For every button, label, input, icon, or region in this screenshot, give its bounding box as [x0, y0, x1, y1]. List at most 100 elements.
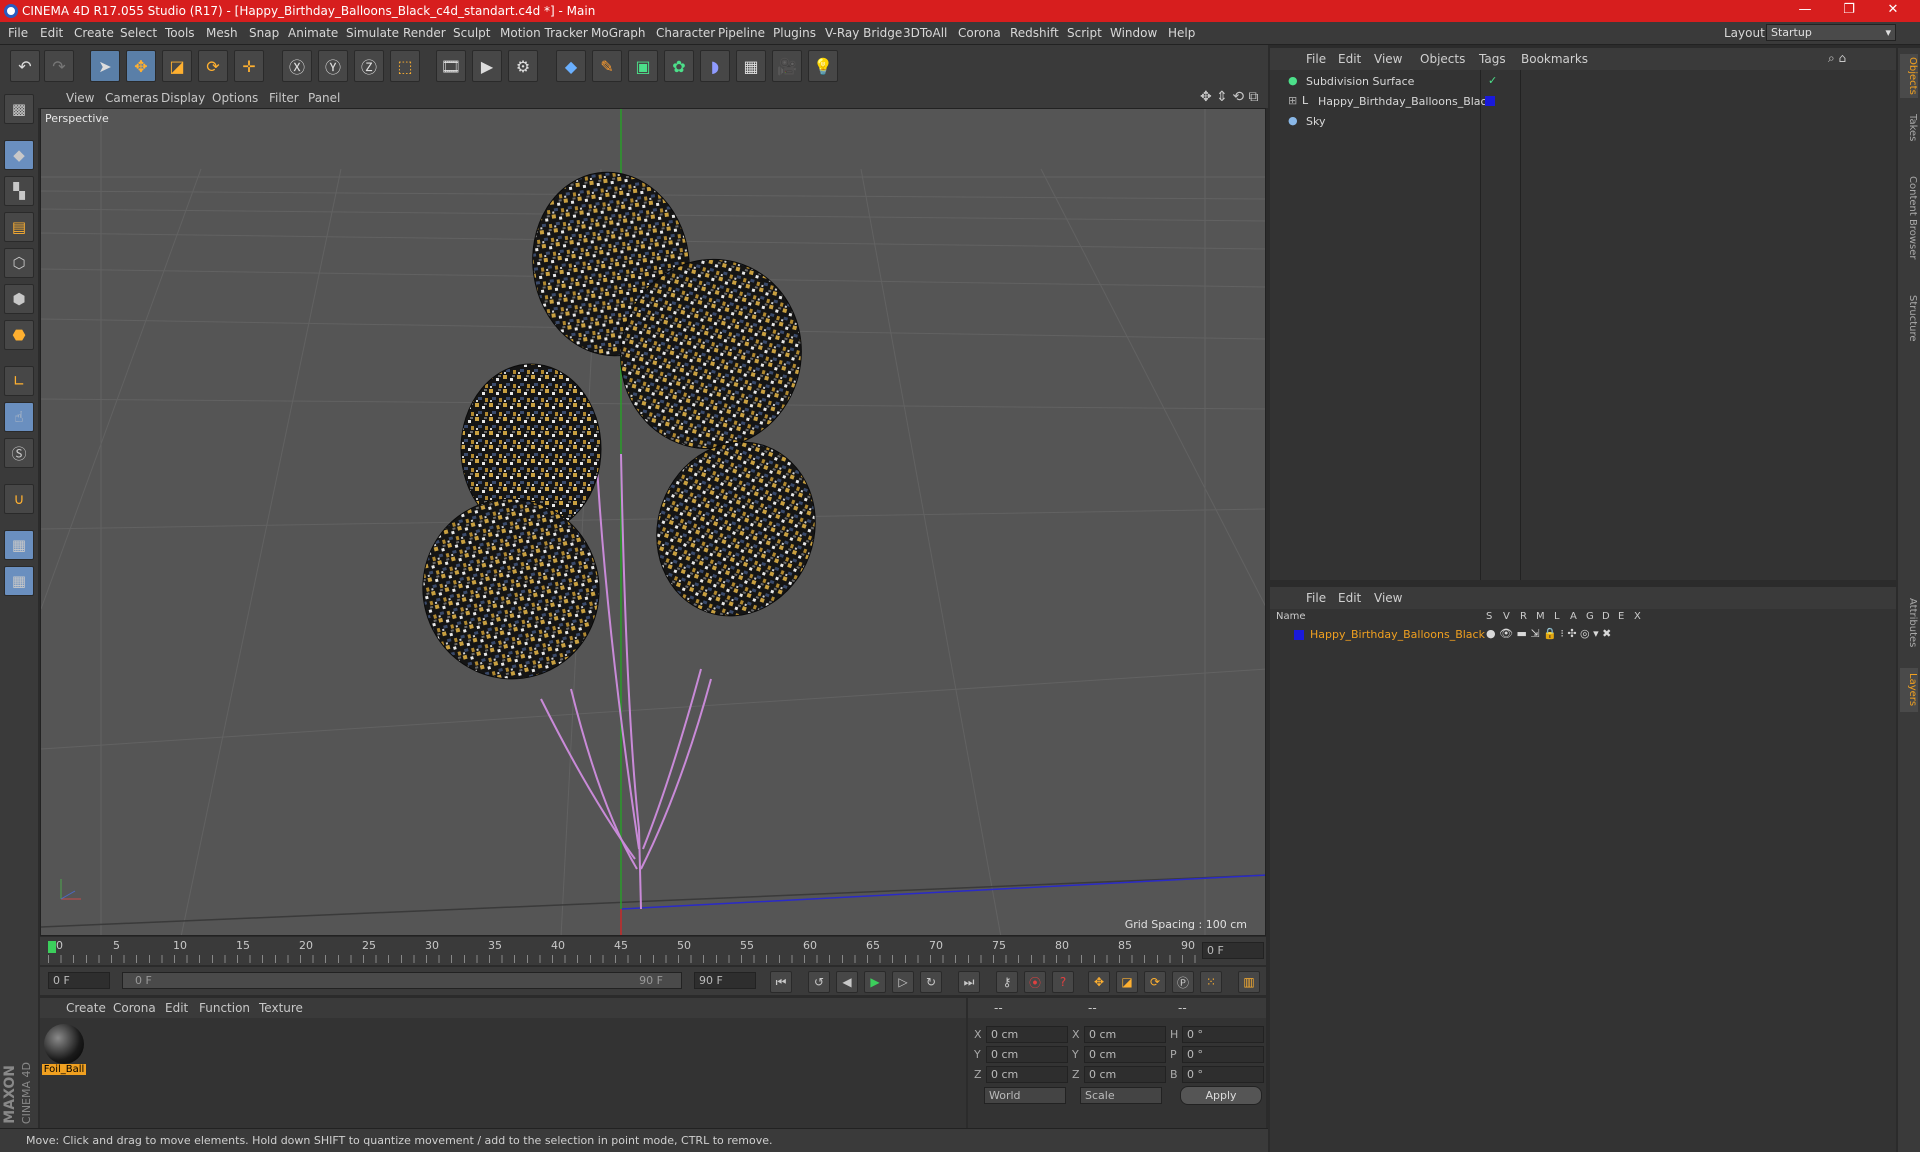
- light-icon[interactable]: 💡: [808, 50, 838, 82]
- apply-button[interactable]: Apply: [1180, 1086, 1262, 1105]
- menu-edit[interactable]: Edit: [40, 26, 63, 40]
- keyframe-selection-icon[interactable]: ?: [1052, 971, 1074, 993]
- viewport-menu-display[interactable]: Display: [161, 91, 205, 105]
- rotation-h-field[interactable]: 0 °: [1182, 1026, 1264, 1043]
- floor-icon[interactable]: ▦: [736, 50, 766, 82]
- coord-system-dropdown[interactable]: World: [984, 1087, 1066, 1104]
- expand-icon[interactable]: ⊞: [1288, 94, 1297, 107]
- tab-objects[interactable]: Objects: [1900, 54, 1918, 98]
- viewport-menu-view[interactable]: View: [66, 91, 94, 105]
- position-y-field[interactable]: 0 cm: [986, 1046, 1068, 1063]
- object-row[interactable]: ● Subdivision Surface ✓: [1270, 74, 1896, 92]
- object-row[interactable]: ⊞ L Happy_Birthday_Balloons_Black: [1270, 94, 1896, 112]
- layers-menu-view[interactable]: View: [1374, 591, 1402, 605]
- layer-toggle-icons[interactable]: ● 👁 ▬ ⇲ 🔒 ⁝ ✣ ◎ ▾ ✖: [1486, 627, 1611, 640]
- tab-takes[interactable]: Takes: [1900, 108, 1918, 148]
- rotation-p-field[interactable]: 0 °: [1182, 1046, 1264, 1063]
- x-axis-icon[interactable]: Ⓧ: [282, 50, 312, 82]
- deformer-icon[interactable]: ◗: [700, 50, 730, 82]
- tab-content-browser[interactable]: Content Browser: [1900, 158, 1918, 278]
- polygons-mode-icon[interactable]: ⬣: [4, 320, 34, 350]
- render-settings-icon[interactable]: ⚙: [508, 50, 538, 82]
- y-axis-icon[interactable]: Ⓨ: [318, 50, 348, 82]
- objects-menu-view[interactable]: View: [1374, 52, 1402, 66]
- menu-3dtoall[interactable]: 3DToAll: [903, 26, 947, 40]
- current-frame-field[interactable]: 0 F: [1202, 942, 1264, 959]
- menu-render[interactable]: Render: [403, 26, 446, 40]
- menu-redshift[interactable]: Redshift: [1010, 26, 1059, 40]
- tweak-mode-icon[interactable]: ☝: [4, 402, 34, 432]
- scale-icon[interactable]: ◪: [162, 50, 192, 82]
- menu-mograph[interactable]: MoGraph: [591, 26, 646, 40]
- checkmark-icon[interactable]: ✓: [1488, 74, 1497, 87]
- objects-menu-tags[interactable]: Tags: [1479, 52, 1506, 66]
- rotation-b-field[interactable]: 0 °: [1182, 1066, 1264, 1083]
- menu-help[interactable]: Help: [1168, 26, 1195, 40]
- material-menu-texture[interactable]: Texture: [259, 1001, 303, 1015]
- viewport-menu-options[interactable]: Options: [212, 91, 258, 105]
- z-axis-icon[interactable]: Ⓩ: [354, 50, 384, 82]
- objects-menu-edit[interactable]: Edit: [1338, 52, 1361, 66]
- tab-structure[interactable]: Structure: [1900, 288, 1918, 348]
- layers-menu-edit[interactable]: Edit: [1338, 591, 1361, 605]
- coords-icon[interactable]: ⬚: [390, 50, 420, 82]
- search-icon[interactable]: ⌕ ⌂: [1828, 51, 1846, 66]
- key-point-level-icon[interactable]: ⁙: [1200, 971, 1222, 993]
- close-icon[interactable]: ✕: [1878, 2, 1908, 20]
- menu-create[interactable]: Create: [74, 26, 114, 40]
- pen-icon[interactable]: ✎: [592, 50, 622, 82]
- auto-key-icon[interactable]: ⦿: [1024, 971, 1046, 993]
- menu-file[interactable]: File: [8, 26, 28, 40]
- objects-menu-bookmarks[interactable]: Bookmarks: [1521, 52, 1588, 66]
- menu-character[interactable]: Character: [656, 26, 715, 40]
- viewport-menu-filter[interactable]: Filter: [269, 91, 299, 105]
- end-frame-field[interactable]: 90 F: [694, 972, 756, 989]
- size-y-field[interactable]: 0 cm: [1084, 1046, 1166, 1063]
- material-menu-function[interactable]: Function: [199, 1001, 250, 1015]
- rotate-icon[interactable]: ⟳: [198, 50, 228, 82]
- size-x-field[interactable]: 0 cm: [1084, 1026, 1166, 1043]
- menu-script[interactable]: Script: [1067, 26, 1102, 40]
- coord-mode-dropdown[interactable]: Scale: [1080, 1087, 1162, 1104]
- perspective-viewport[interactable]: Perspective Grid Spacing : 100 cm: [40, 108, 1266, 936]
- previous-key-icon[interactable]: ↺: [808, 971, 830, 993]
- record-keys-icon[interactable]: ⚷: [996, 971, 1018, 993]
- previous-frame-icon[interactable]: ◀: [836, 971, 858, 993]
- menu-plugins[interactable]: Plugins: [773, 26, 816, 40]
- model-mode-icon[interactable]: ◆: [4, 140, 34, 170]
- axis-mode-icon[interactable]: ∟: [4, 366, 34, 396]
- menu-corona[interactable]: Corona: [958, 26, 1001, 40]
- redo-icon[interactable]: ↷: [44, 50, 74, 82]
- move-icon[interactable]: ✥: [126, 50, 156, 82]
- tab-layers[interactable]: Layers: [1900, 668, 1918, 712]
- undo-icon[interactable]: ↶: [10, 50, 40, 82]
- menu-mesh[interactable]: Mesh: [206, 26, 238, 40]
- select-icon[interactable]: ➤: [90, 50, 120, 82]
- layout-dropdown[interactable]: Startup ▾: [1766, 24, 1896, 41]
- snap-icon[interactable]: ∪: [4, 484, 34, 514]
- solo-icon[interactable]: Ⓢ: [4, 438, 34, 468]
- material-menu-corona[interactable]: Corona: [113, 1001, 156, 1015]
- key-parameter-icon[interactable]: Ⓟ: [1172, 971, 1194, 993]
- viewport-menu-panel[interactable]: Panel: [308, 91, 340, 105]
- cloner-icon[interactable]: ✿: [664, 50, 694, 82]
- next-frame-icon[interactable]: ▷: [892, 971, 914, 993]
- menu-tools[interactable]: Tools: [165, 26, 195, 40]
- position-z-field[interactable]: 0 cm: [986, 1066, 1068, 1083]
- menu-select[interactable]: Select: [120, 26, 157, 40]
- material-swatch[interactable]: Foil_Ball: [42, 1024, 86, 1078]
- objects-menu-file[interactable]: File: [1306, 52, 1326, 66]
- material-menu-create[interactable]: Create: [66, 1001, 106, 1015]
- restore-icon[interactable]: ❐: [1834, 2, 1864, 20]
- timeline-ruler[interactable]: 0 5 10 15 20 25 30 35 40 45 50 55 60 65 …: [40, 937, 1266, 965]
- key-scale-icon[interactable]: ◪: [1116, 971, 1138, 993]
- go-to-start-icon[interactable]: ⏮: [770, 971, 792, 993]
- frame-range-slider[interactable]: 0 F 90 F: [122, 972, 682, 989]
- menu-window[interactable]: Window: [1110, 26, 1157, 40]
- minimize-icon[interactable]: —: [1790, 2, 1820, 20]
- play-icon[interactable]: ▶: [864, 971, 886, 993]
- points-mode-icon[interactable]: ⬡: [4, 248, 34, 278]
- layer-row[interactable]: Happy_Birthday_Balloons_Black ● 👁 ▬ ⇲ 🔒 …: [1270, 627, 1896, 645]
- cube-icon[interactable]: ◆: [556, 50, 586, 82]
- grid-lock-icon[interactable]: ▦: [4, 530, 34, 560]
